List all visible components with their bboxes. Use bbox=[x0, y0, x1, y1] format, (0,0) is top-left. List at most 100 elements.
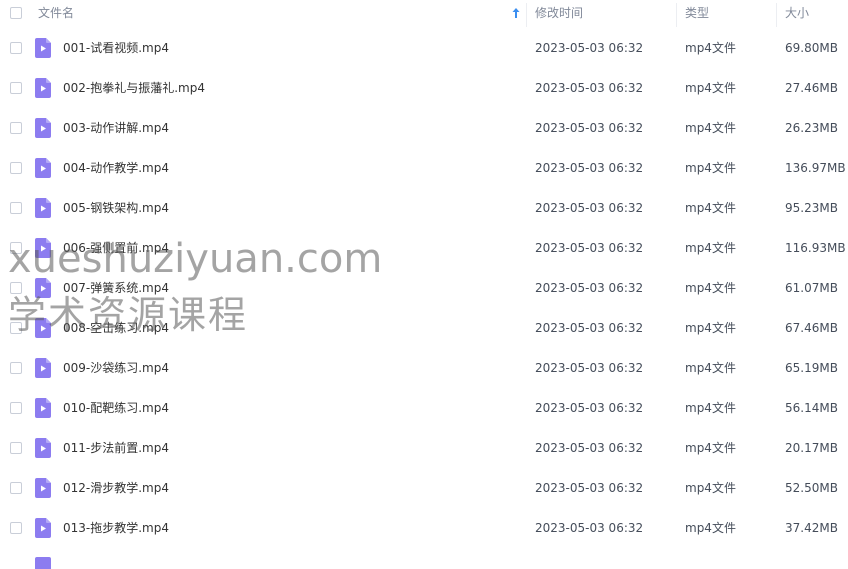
column-header-type[interactable]: 类型 bbox=[685, 0, 709, 26]
file-type: mp4文件 bbox=[685, 121, 736, 135]
file-type: mp4文件 bbox=[685, 441, 736, 455]
video-file-icon bbox=[35, 557, 51, 569]
file-row[interactable]: 002-抱拳礼与振藩礼.mp4 2023-05-03 06:32 mp4文件 27.4… bbox=[0, 68, 848, 108]
file-type: mp4文件 bbox=[685, 521, 736, 535]
file-row[interactable]: 012-滑步教学.mp4 2023-05-03 06:32 mp4文件 52.50MB bbox=[0, 468, 848, 508]
video-file-icon bbox=[35, 358, 51, 378]
file-type: mp4文件 bbox=[685, 201, 736, 215]
column-divider[interactable] bbox=[676, 3, 677, 27]
row-checkbox[interactable] bbox=[10, 362, 22, 374]
file-size: 69.80MB bbox=[785, 41, 838, 55]
file-name[interactable]: 005-钢铁架构.mp4 bbox=[63, 188, 169, 228]
video-file-icon bbox=[35, 238, 51, 258]
file-size: 56.14MB bbox=[785, 401, 838, 415]
row-checkbox[interactable] bbox=[10, 82, 22, 94]
file-row[interactable]: 006-强侧置前.mp4 2023-05-03 06:32 mp4文件 116.93M… bbox=[0, 228, 848, 268]
file-name[interactable]: 012-滑步教学.mp4 bbox=[63, 468, 169, 508]
column-header-size[interactable]: 大小 bbox=[785, 0, 809, 26]
file-name[interactable]: 011-步法前置.mp4 bbox=[63, 428, 169, 468]
file-row[interactable]: 013-拖步教学.mp4 2023-05-03 06:32 mp4文件 37.42MB bbox=[0, 508, 848, 548]
file-row[interactable]: 011-步法前置.mp4 2023-05-03 06:32 mp4文件 20.17MB bbox=[0, 428, 848, 468]
row-checkbox[interactable] bbox=[10, 322, 22, 334]
row-checkbox[interactable] bbox=[10, 202, 22, 214]
file-row[interactable]: 010-配靶练习.mp4 2023-05-03 06:32 mp4文件 56.14MB bbox=[0, 388, 848, 428]
row-checkbox[interactable] bbox=[10, 122, 22, 134]
file-size: 27.46MB bbox=[785, 81, 838, 95]
file-size: 136.97MB bbox=[785, 161, 846, 175]
file-size: 65.19MB bbox=[785, 361, 838, 375]
row-checkbox[interactable] bbox=[10, 442, 22, 454]
file-name[interactable]: 013-拖步教学.mp4 bbox=[63, 508, 169, 548]
row-checkbox[interactable] bbox=[10, 42, 22, 54]
video-file-icon bbox=[35, 198, 51, 218]
file-row[interactable]: 009-沙袋练习.mp4 2023-05-03 06:32 mp4文件 65.19MB bbox=[0, 348, 848, 388]
file-name[interactable]: 001-试看视频.mp4 bbox=[63, 28, 169, 68]
file-type: mp4文件 bbox=[685, 481, 736, 495]
file-type: mp4文件 bbox=[685, 401, 736, 415]
file-modified-time: 2023-05-03 06:32 bbox=[535, 121, 644, 135]
file-type: mp4文件 bbox=[685, 81, 736, 95]
file-name[interactable]: 003-动作讲解.mp4 bbox=[63, 108, 169, 148]
file-row[interactable]: 001-试看视频.mp4 2023-05-03 06:32 mp4文件 69.80MB bbox=[0, 28, 848, 68]
file-row[interactable]: 005-钢铁架构.mp4 2023-05-03 06:32 mp4文件 95.23MB bbox=[0, 188, 848, 228]
column-divider[interactable] bbox=[776, 3, 777, 27]
file-size: 20.17MB bbox=[785, 441, 838, 455]
file-name[interactable]: 009-沙袋练习.mp4 bbox=[63, 348, 169, 388]
video-file-icon bbox=[35, 518, 51, 538]
row-checkbox[interactable] bbox=[10, 162, 22, 174]
file-size: 52.50MB bbox=[785, 481, 838, 495]
video-file-icon bbox=[35, 478, 51, 498]
file-modified-time: 2023-05-03 06:32 bbox=[535, 281, 644, 295]
sort-ascending-arrow-icon[interactable] bbox=[510, 6, 522, 20]
file-type: mp4文件 bbox=[685, 281, 736, 295]
row-checkbox[interactable] bbox=[10, 402, 22, 414]
file-size: 67.46MB bbox=[785, 321, 838, 335]
video-file-icon bbox=[35, 398, 51, 418]
video-file-icon bbox=[35, 78, 51, 98]
select-all-checkbox[interactable] bbox=[10, 7, 22, 19]
row-checkbox[interactable] bbox=[10, 522, 22, 534]
file-modified-time: 2023-05-03 06:32 bbox=[535, 161, 644, 175]
file-type: mp4文件 bbox=[685, 241, 736, 255]
video-file-icon bbox=[35, 438, 51, 458]
file-name[interactable]: 008-空击练习.mp4 bbox=[63, 308, 169, 348]
column-header-name[interactable]: 文件名 bbox=[38, 0, 74, 26]
file-name[interactable]: 010-配靶练习.mp4 bbox=[63, 388, 169, 428]
file-size: 26.23MB bbox=[785, 121, 838, 135]
file-size: 95.23MB bbox=[785, 201, 838, 215]
video-file-icon bbox=[35, 318, 51, 338]
file-size: 61.07MB bbox=[785, 281, 838, 295]
file-name[interactable]: 002-抱拳礼与振藩礼.mp4 bbox=[63, 68, 205, 108]
file-size: 37.42MB bbox=[785, 521, 838, 535]
file-modified-time: 2023-05-03 06:32 bbox=[535, 241, 644, 255]
file-modified-time: 2023-05-03 06:32 bbox=[535, 481, 644, 495]
column-header-modified[interactable]: 修改时间 bbox=[535, 0, 583, 26]
row-checkbox[interactable] bbox=[10, 242, 22, 254]
file-modified-time: 2023-05-03 06:32 bbox=[535, 81, 644, 95]
video-file-icon bbox=[35, 158, 51, 178]
column-divider[interactable] bbox=[526, 3, 527, 27]
file-modified-time: 2023-05-03 06:32 bbox=[535, 201, 644, 215]
file-name[interactable]: 007-弹簧系统.mp4 bbox=[63, 268, 169, 308]
row-checkbox[interactable] bbox=[10, 482, 22, 494]
file-modified-time: 2023-05-03 06:32 bbox=[535, 321, 644, 335]
file-size: 116.93MB bbox=[785, 241, 846, 255]
file-modified-time: 2023-05-03 06:32 bbox=[535, 361, 644, 375]
file-row[interactable]: 004-动作教学.mp4 2023-05-03 06:32 mp4文件 136.97M… bbox=[0, 148, 848, 188]
file-name[interactable]: 004-动作教学.mp4 bbox=[63, 148, 169, 188]
row-checkbox[interactable] bbox=[10, 282, 22, 294]
file-type: mp4文件 bbox=[685, 321, 736, 335]
file-row[interactable]: 007-弹簧系统.mp4 2023-05-03 06:32 mp4文件 61.07MB bbox=[0, 268, 848, 308]
file-row[interactable]: 008-空击练习.mp4 2023-05-03 06:32 mp4文件 67.46MB bbox=[0, 308, 848, 348]
video-file-icon bbox=[35, 38, 51, 58]
file-type: mp4文件 bbox=[685, 41, 736, 55]
file-modified-time: 2023-05-03 06:32 bbox=[535, 401, 644, 415]
video-file-icon bbox=[35, 278, 51, 298]
video-file-icon bbox=[35, 118, 51, 138]
file-modified-time: 2023-05-03 06:32 bbox=[535, 441, 644, 455]
file-modified-time: 2023-05-03 06:32 bbox=[535, 521, 644, 535]
file-row[interactable]: 003-动作讲解.mp4 2023-05-03 06:32 mp4文件 26.23MB bbox=[0, 108, 848, 148]
file-name[interactable]: 006-强侧置前.mp4 bbox=[63, 228, 169, 268]
file-type: mp4文件 bbox=[685, 161, 736, 175]
file-modified-time: 2023-05-03 06:32 bbox=[535, 41, 644, 55]
